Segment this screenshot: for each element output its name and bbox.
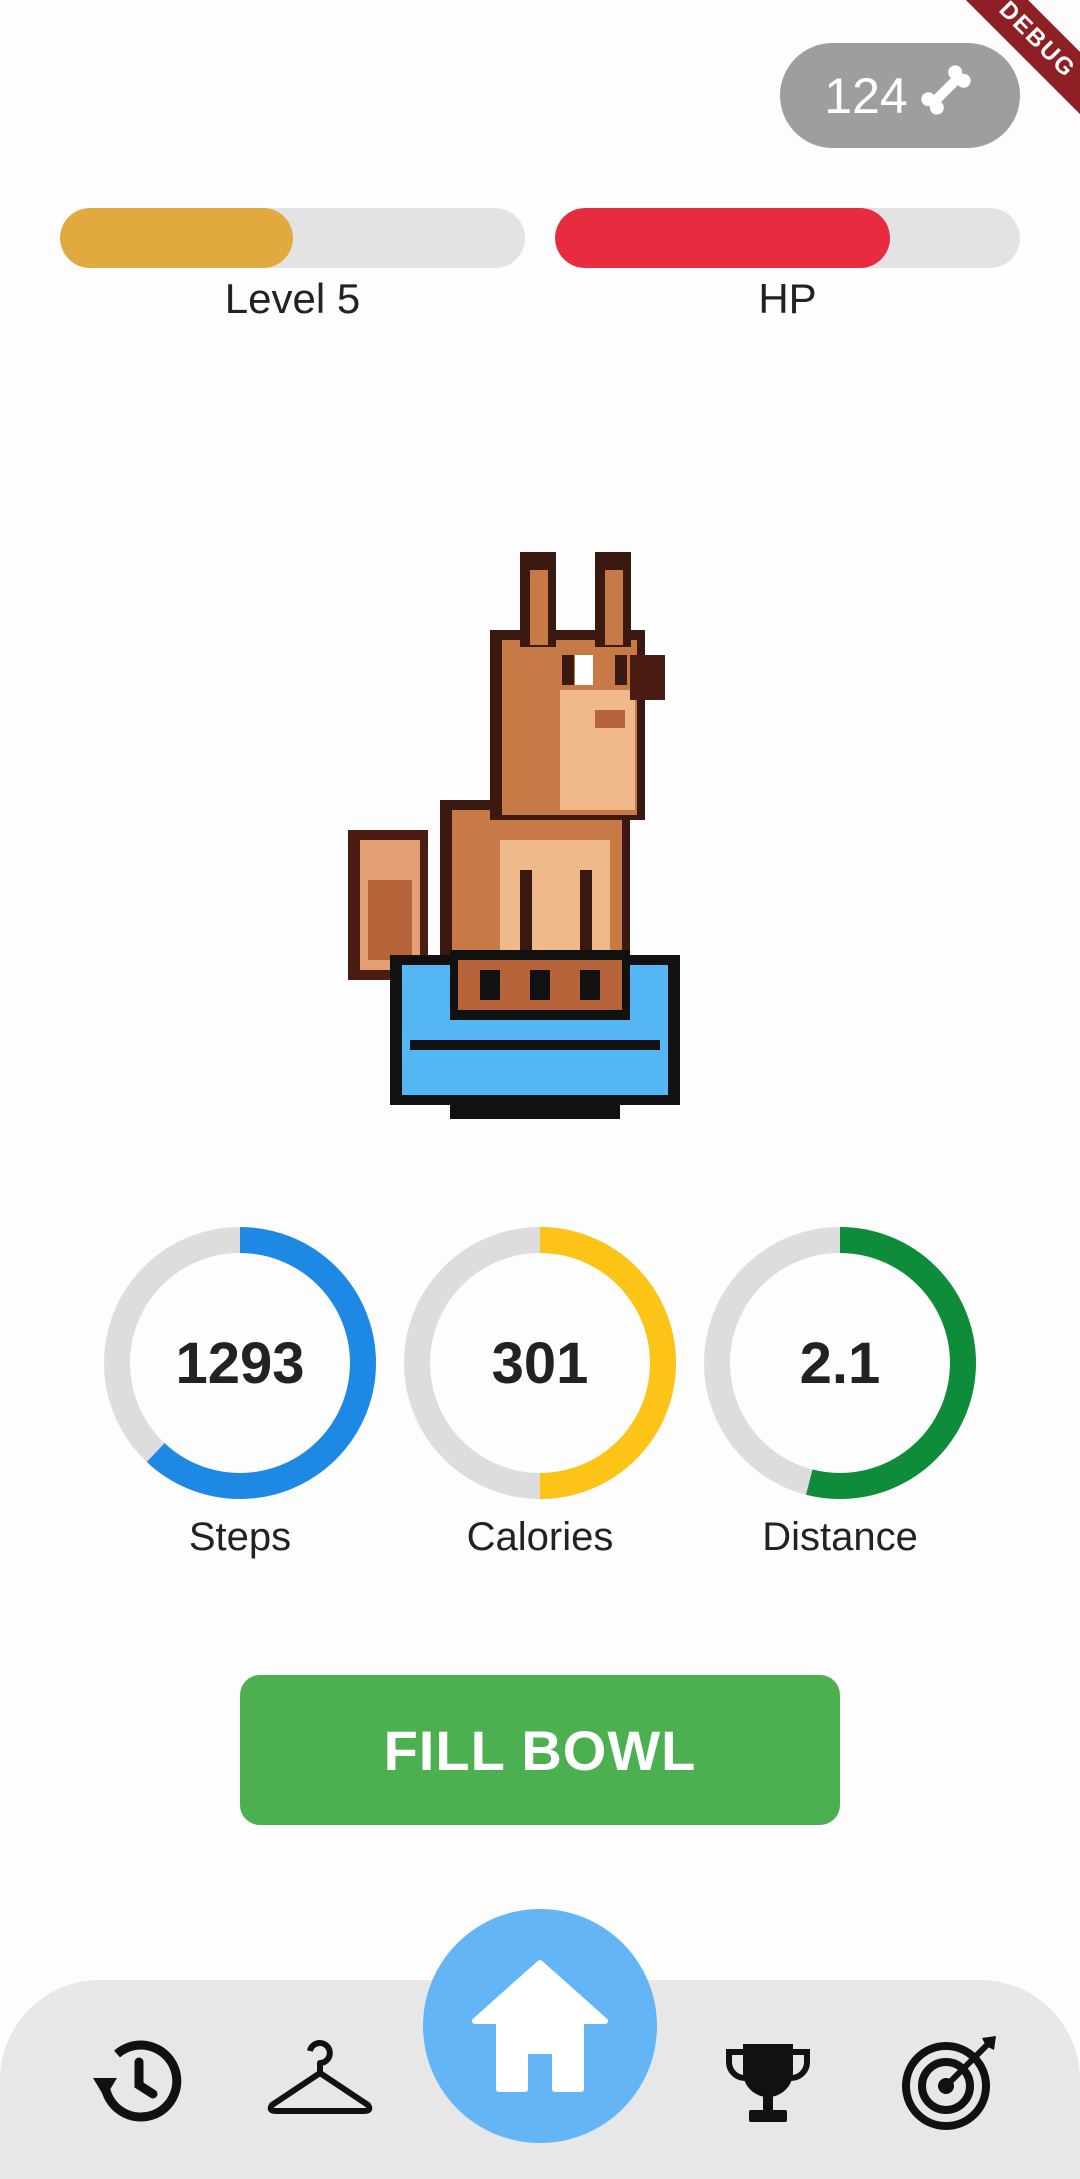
calories-label: Calories	[466, 1515, 614, 1559]
calories-ring: 301	[404, 1227, 676, 1499]
distance-value: 2.1	[799, 1330, 881, 1396]
pet-dog-image[interactable]	[330, 540, 730, 1140]
fill-bowl-button[interactable]: FILL BOWL	[240, 1675, 840, 1825]
hp-progress-fill	[555, 208, 890, 268]
distance-label: Distance	[762, 1515, 918, 1559]
steps-value: 1293	[175, 1330, 305, 1396]
hp-label: HP	[758, 275, 817, 322]
history-icon[interactable]	[80, 2030, 190, 2130]
distance-ring: 2.1	[704, 1227, 976, 1499]
hanger-icon[interactable]	[260, 2035, 380, 2125]
bones-count: 124	[824, 67, 908, 124]
bone-icon	[916, 60, 976, 132]
level-label: Level 5	[224, 275, 361, 322]
calories-value: 301	[491, 1330, 589, 1396]
level-progress-bar	[60, 208, 525, 268]
target-icon[interactable]	[895, 2030, 1005, 2135]
steps-label: Steps	[188, 1515, 292, 1559]
home-button[interactable]	[423, 1909, 657, 2143]
bones-counter: 124	[780, 43, 1020, 148]
home-icon	[472, 1960, 608, 2092]
trophy-icon[interactable]	[718, 2035, 818, 2130]
steps-ring: 1293	[104, 1227, 376, 1499]
level-progress-fill	[60, 208, 293, 268]
hp-progress-bar	[555, 208, 1020, 268]
